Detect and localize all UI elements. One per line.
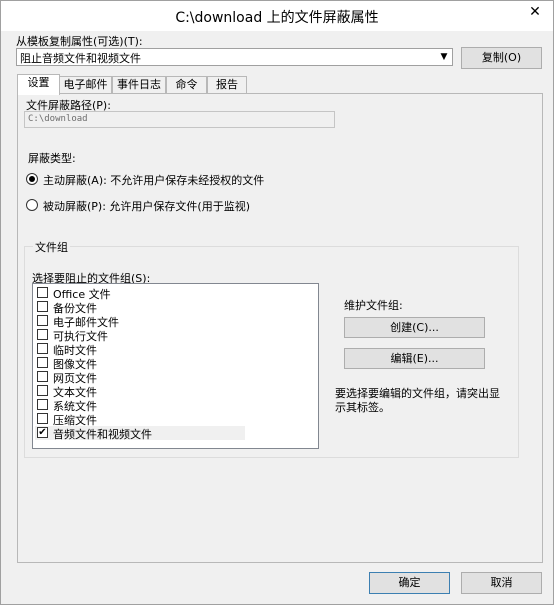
maintain-groups-label: 维护文件组:	[344, 299, 403, 312]
list-item[interactable]: 图像文件	[35, 356, 245, 371]
list-item[interactable]: 电子邮件文件	[35, 314, 245, 329]
checkbox[interactable]	[37, 287, 48, 298]
tab-command[interactable]: 命令	[166, 76, 207, 94]
create-button[interactable]: 创建(C)...	[344, 317, 485, 338]
checkbox[interactable]	[37, 371, 48, 382]
list-item[interactable]: 临时文件	[35, 342, 245, 357]
list-item[interactable]: 压缩文件	[35, 412, 245, 427]
tab-settings[interactable]: 设置	[17, 74, 60, 95]
list-item[interactable]: 系统文件	[35, 398, 245, 413]
checkbox[interactable]	[37, 301, 48, 312]
list-item[interactable]: Office 文件	[35, 286, 245, 301]
window-title: C:\download 上的文件屏蔽属性	[175, 10, 379, 26]
screen-type-label: 屏蔽类型:	[28, 152, 76, 165]
active-screening-label[interactable]: 主动屏蔽(A): 不允许用户保存未经授权的文件	[43, 172, 264, 188]
ok-button[interactable]: 确定	[369, 572, 450, 594]
list-item-label: 音频文件和视频文件	[53, 428, 152, 441]
checkbox[interactable]	[37, 385, 48, 396]
close-button[interactable]: ✕	[523, 2, 547, 22]
template-label: 从模板复制属性(可选)(T):	[16, 35, 143, 48]
file-groups-title: 文件组	[33, 239, 70, 255]
tab-event-log[interactable]: 事件日志	[112, 76, 166, 94]
dialog-body: 从模板复制属性(可选)(T): 阻止音频文件和视频文件 ▼ 复制(O) 设置 电…	[1, 31, 553, 604]
checkbox[interactable]	[37, 315, 48, 326]
list-item[interactable]: 备份文件	[35, 300, 245, 315]
tab-email[interactable]: 电子邮件	[59, 76, 112, 94]
template-select[interactable]: 阻止音频文件和视频文件 ▼	[16, 48, 453, 66]
list-item[interactable]: ✔ 音频文件和视频文件	[35, 426, 245, 441]
chevron-down-icon[interactable]: ▼	[436, 49, 452, 65]
cancel-button[interactable]: 取消	[461, 572, 542, 594]
checkbox[interactable]	[37, 399, 48, 410]
properties-dialog: C:\download 上的文件屏蔽属性 ✕ 从模板复制属性(可选)(T): 阻…	[0, 0, 554, 605]
file-groups-list[interactable]: Office 文件 备份文件 电子邮件文件 可执行文件 临时文件 图像文件 网页…	[32, 283, 319, 449]
checkbox[interactable]: ✔	[37, 427, 48, 438]
checkbox[interactable]	[37, 413, 48, 424]
list-item[interactable]: 可执行文件	[35, 328, 245, 343]
checkbox[interactable]	[37, 343, 48, 354]
passive-screening-label[interactable]: 被动屏蔽(P): 允许用户保存文件(用于监视)	[43, 198, 250, 214]
settings-panel: 文件屏蔽路径(P): C:\download 屏蔽类型: 主动屏蔽(A): 不允…	[17, 93, 543, 563]
edit-button[interactable]: 编辑(E)...	[344, 348, 485, 369]
copy-button[interactable]: 复制(O)	[461, 47, 542, 69]
edit-hint: 要选择要编辑的文件组，请突出显示其标签。	[335, 387, 500, 414]
passive-screening-radio[interactable]	[26, 199, 38, 211]
title-bar: C:\download 上的文件屏蔽属性 ✕	[1, 1, 553, 31]
checkbox[interactable]	[37, 329, 48, 340]
template-selected-value: 阻止音频文件和视频文件	[20, 52, 141, 65]
active-screening-radio[interactable]	[26, 173, 38, 185]
path-field: C:\download	[24, 111, 335, 128]
checkbox[interactable]	[37, 357, 48, 368]
list-item[interactable]: 网页文件	[35, 370, 245, 385]
list-item[interactable]: 文本文件	[35, 384, 245, 399]
tab-report[interactable]: 报告	[207, 76, 247, 94]
